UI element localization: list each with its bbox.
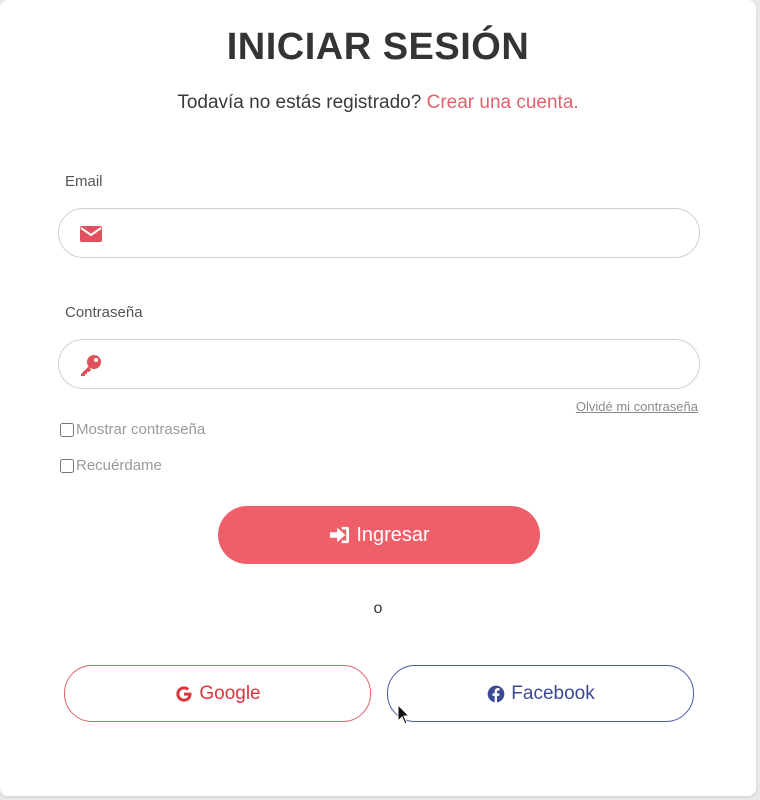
login-card: INICIAR SESIÓN Todavía no estás registra… [0,0,756,796]
sign-in-icon [330,526,350,544]
facebook-login-button[interactable]: Facebook [387,665,694,722]
signup-prompt-text: Todavía no estás registrado? [177,92,422,113]
key-icon [81,355,101,376]
forgot-password-link[interactable]: Olvidé mi contraseña [576,399,698,414]
show-password-checkbox[interactable] [60,422,74,437]
google-login-label: Google [199,682,261,704]
create-account-link[interactable]: Crear una cuenta. [427,92,579,113]
facebook-login-label: Facebook [511,682,595,704]
google-login-button[interactable]: Google [64,665,371,722]
signup-prompt: Todavía no estás registrado? Crear una c… [0,92,756,114]
remember-me-option[interactable]: Recuérdame [60,457,162,474]
or-divider: o [373,600,383,617]
show-password-option[interactable]: Mostrar contraseña [60,421,205,438]
remember-me-label: Recuérdame [76,457,162,474]
password-field-wrapper[interactable] [58,339,700,390]
google-icon [176,685,192,702]
remember-me-checkbox[interactable] [60,458,74,473]
login-button[interactable]: Ingresar [218,506,540,564]
email-field-wrapper[interactable] [58,208,700,259]
facebook-icon [487,685,505,702]
email-label: Email [65,173,103,190]
password-label: Contraseña [65,304,143,321]
password-input[interactable] [115,340,689,390]
envelope-icon [80,226,102,242]
email-input[interactable] [115,209,689,259]
mouse-cursor-icon [397,704,411,725]
show-password-label: Mostrar contraseña [76,421,206,438]
login-button-label: Ingresar [356,523,430,546]
page-title: INICIAR SESIÓN [226,26,530,68]
